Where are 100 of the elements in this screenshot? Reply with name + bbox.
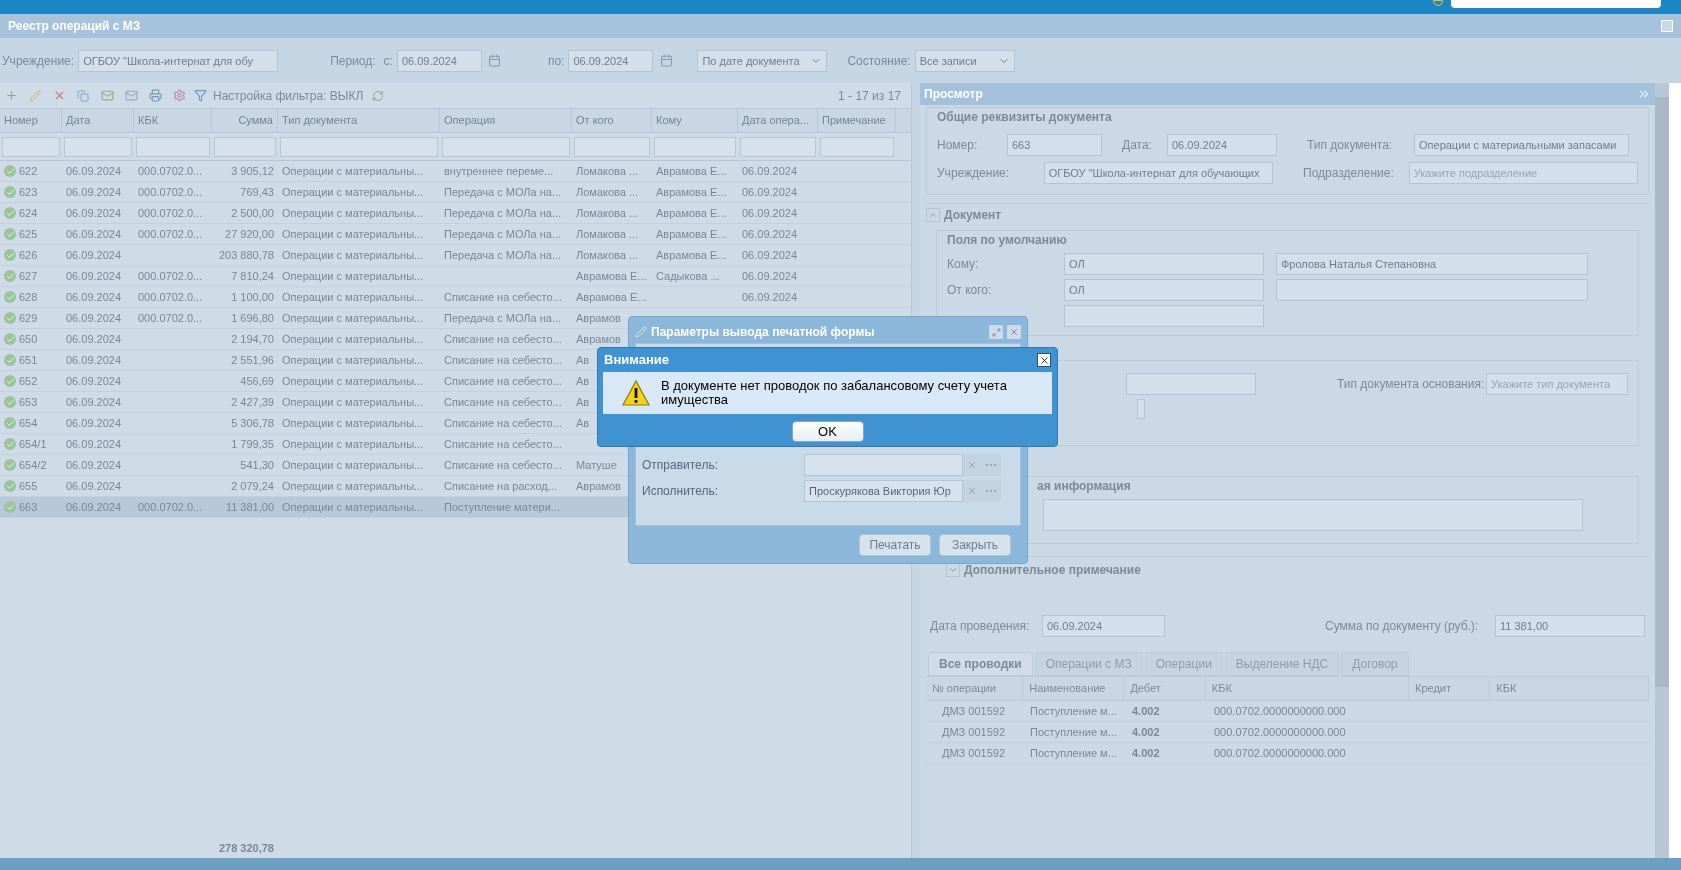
table-cell: Ав <box>576 353 590 367</box>
table-cell: 2 551,96 <box>231 353 274 367</box>
field-label: Учреждение: <box>937 165 1011 182</box>
field-label: Дата проведения: <box>930 618 1031 635</box>
table-cell: Аврамова Е... <box>656 248 727 262</box>
table-cell: 06.09.2024 <box>66 437 122 451</box>
table-cell: 06.09.2024 <box>66 416 122 430</box>
table-cell: Садыкова ... <box>656 269 720 283</box>
table-cell: 654/1 <box>19 437 47 451</box>
table-cell: Ломакова ... <box>576 248 639 262</box>
table-cell: 4.002 <box>1132 726 1160 738</box>
table-cell: 654 <box>19 416 38 430</box>
table-cell: 654/2 <box>19 458 47 472</box>
table-cell: 627 <box>19 269 38 283</box>
table-cell: Ломакова ... <box>576 185 639 199</box>
table-cell: 06.09.2024 <box>66 290 122 304</box>
table-cell: 2 500,00 <box>231 206 274 220</box>
table-cell: 650 <box>19 332 38 346</box>
table-cell: 5 306,78 <box>231 416 274 430</box>
table-cell: ДМЗ 001592 <box>942 705 1006 717</box>
field-label: Подразделение: <box>1303 165 1395 182</box>
table-cell: Операции с материальны... <box>282 311 424 325</box>
table-cell: Аврамова Е... <box>656 227 727 241</box>
table-cell: Списание на себесто... <box>444 353 562 367</box>
table-cell: 7 810,24 <box>231 269 274 283</box>
table-cell: Операции с материальны... <box>282 227 424 241</box>
table-cell: 629 <box>19 311 38 325</box>
table-cell: Операции с материальны... <box>282 164 424 178</box>
table-cell: 2 427,39 <box>231 395 274 409</box>
table-cell: Списание на себесто... <box>444 458 562 472</box>
panel-title: Просмотр <box>924 86 983 103</box>
table-cell: 626 <box>19 248 38 262</box>
table-cell: Поступление матери... <box>444 500 560 514</box>
table-cell: 651 <box>19 353 38 367</box>
table-cell: 000.0702.0... <box>138 311 203 325</box>
section-title: Документ <box>944 207 1002 224</box>
field-label: Исполнитель: <box>642 483 720 500</box>
table-cell: 06.09.2024 <box>66 374 122 388</box>
table-cell: 769,43 <box>240 185 274 199</box>
table-cell: Операции с материальны... <box>282 353 424 367</box>
table-cell: 541,30 <box>240 458 274 472</box>
table-cell: 06.09.2024 <box>66 164 122 178</box>
table-cell: 628 <box>19 290 38 304</box>
table-cell: 06.09.2024 <box>66 479 122 493</box>
table-cell: Аврамов <box>576 311 621 325</box>
table-cell: 652 <box>19 374 38 388</box>
table-cell: 06.09.2024 <box>66 206 122 220</box>
table-cell: 06.09.2024 <box>66 353 122 367</box>
table-cell: Списание на себесто... <box>444 374 562 388</box>
table-cell: 000.0702.0000000000.000 <box>1214 705 1346 717</box>
table-cell: 06.09.2024 <box>742 206 798 220</box>
table-cell: Списание на себесто... <box>444 437 562 451</box>
table-cell: Поступление м... <box>1030 726 1117 738</box>
table-cell: 000.0702.0... <box>138 500 203 514</box>
field-label: с: <box>383 52 393 70</box>
table-cell: Операции с материальны... <box>282 374 424 388</box>
table-cell: 06.09.2024 <box>66 395 122 409</box>
table-cell: 000.0702.0... <box>138 227 203 241</box>
field-label: Тип документа: <box>1307 137 1394 154</box>
table-cell: 000.0702.0... <box>138 164 203 178</box>
table-cell: 06.09.2024 <box>742 269 798 283</box>
table-cell: 06.09.2024 <box>742 227 798 241</box>
table-cell: Ав <box>576 374 590 388</box>
table-cell: Списание на расход... <box>444 479 557 493</box>
total-sum: 278 320,78 <box>218 840 274 856</box>
table-cell: внутреннее переме... <box>444 164 554 178</box>
table-cell: 000.0702.0... <box>138 290 203 304</box>
table-cell: 4.002 <box>1132 705 1160 717</box>
table-cell: Передача с МОЛа на... <box>444 248 562 262</box>
fieldset-legend: Общие реквизиты документа <box>937 108 1638 126</box>
table-cell: Операции с материальны... <box>282 206 424 220</box>
table-cell: Аврамов <box>576 479 621 493</box>
table-cell: Матуше <box>576 458 617 472</box>
table-cell: Операции с материальны... <box>282 332 424 346</box>
field-label: От кого: <box>947 282 993 299</box>
table-cell: Операции с материальны... <box>282 290 424 304</box>
table-cell: 06.09.2024 <box>742 248 798 262</box>
table-cell: 06.09.2024 <box>66 185 122 199</box>
table-cell: 06.09.2024 <box>66 269 122 283</box>
table-cell: Списание на себесто... <box>444 332 562 346</box>
field-label: Период: <box>330 52 376 70</box>
table-cell: Ав <box>576 416 590 430</box>
table-cell: 000.0702.0000000000.000 <box>1214 726 1346 738</box>
table-cell: 1 696,80 <box>231 311 274 325</box>
table-cell: Передача с МОЛа на... <box>444 206 562 220</box>
table-cell: Ломакова ... <box>576 227 639 241</box>
table-cell: 06.09.2024 <box>66 248 122 262</box>
table-cell: Аврамова Е... <box>656 164 727 178</box>
table-cell: 000.0702.0... <box>138 206 203 220</box>
table-cell: Операции с материальны... <box>282 185 424 199</box>
table-cell: 4.002 <box>1132 747 1160 759</box>
window-title: Реестр операций с МЗ <box>8 18 141 35</box>
table-cell: Операции с материальны... <box>282 248 424 262</box>
table-cell: 06.09.2024 <box>66 332 122 346</box>
table-cell: 11 381,00 <box>225 500 274 514</box>
table-cell: 06.09.2024 <box>742 164 798 178</box>
table-cell: Аврамова Е... <box>656 185 727 199</box>
table-cell: 000.0702.0... <box>138 269 203 283</box>
table-cell: Поступление м... <box>1030 705 1117 717</box>
table-cell: 1 799,35 <box>231 437 274 451</box>
